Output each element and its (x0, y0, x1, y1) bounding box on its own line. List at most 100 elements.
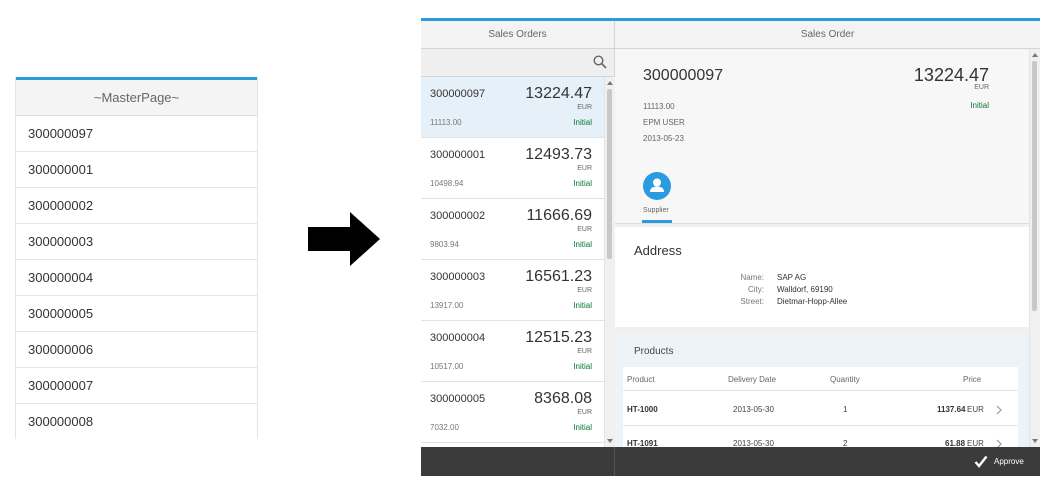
list-item[interactable]: 300000001 (16, 152, 257, 188)
order-currency: EUR (577, 226, 592, 233)
order-status: Initial (573, 179, 592, 188)
object-status: Initial (970, 101, 989, 110)
order-currency: EUR (577, 287, 592, 294)
order-id: 300000001 (430, 149, 486, 161)
detail-scrollbar-thumb[interactable] (1032, 61, 1037, 311)
address-heading: Address (634, 243, 682, 258)
table-row[interactable]: HT-1091 2013-05-30 2 61.88 EUR (623, 426, 1018, 447)
cell-product: HT-1091 (627, 439, 658, 447)
search-input[interactable] (425, 53, 589, 73)
list-item[interactable]: 300000097 (16, 116, 257, 152)
list-item[interactable]: 300000004 (16, 260, 257, 296)
order-currency: EUR (577, 104, 592, 111)
scroll-up-icon[interactable] (605, 79, 615, 87)
master-page-list: ~MasterPage~ 300000097 300000001 3000000… (15, 77, 258, 439)
footer-divider (614, 447, 615, 476)
address-city-value: Walldorf, 69190 (777, 285, 833, 294)
scroll-down-icon[interactable] (1030, 437, 1040, 445)
list-item[interactable]: 300000003 (16, 224, 257, 260)
order-list-item[interactable]: 300000097 13224.47 EUR 11113.00 Initial (421, 77, 604, 138)
order-currency: EUR (577, 348, 592, 355)
cell-price: 61.88 (945, 439, 966, 447)
object-header: 300000097 13224.47 EUR Initial 11113.00 … (615, 49, 1029, 224)
split-app: Sales Orders Sales Order 300000097 13224… (421, 18, 1040, 476)
order-currency: EUR (577, 409, 592, 416)
search-icon[interactable] (593, 55, 607, 69)
order-net-amount: 11113.00 (430, 118, 462, 127)
object-title: 300000097 (643, 67, 724, 84)
products-heading: Products (634, 346, 674, 357)
order-status: Initial (573, 240, 592, 249)
master-scrollbar[interactable] (604, 77, 615, 447)
order-list-item[interactable]: 300000002 11666.69 EUR 9803.94 Initial (421, 199, 604, 260)
order-id: 300000003 (430, 271, 486, 283)
object-attribute-created-at: 2013-05-23 (643, 134, 684, 143)
scroll-up-icon[interactable] (1030, 51, 1040, 59)
order-list-item[interactable]: 300000003 16561.23 EUR 13917.00 Initial (421, 260, 604, 321)
right-arrow-icon (308, 212, 380, 266)
order-currency: EUR (577, 165, 592, 172)
cell-delivery-date: 2013-05-30 (733, 439, 774, 447)
column-header-price: Price (963, 375, 982, 384)
master-page-title: ~MasterPage~ (16, 80, 257, 116)
column-header-delivery-date: Delivery Date (728, 375, 777, 384)
order-list-item[interactable]: 300000001 12493.73 EUR 10498.94 Initial (421, 138, 604, 199)
order-status: Initial (573, 362, 592, 371)
order-status: Initial (573, 423, 592, 432)
order-list-item[interactable]: 300000004 12515.23 EUR 10517.00 Initial (421, 321, 604, 382)
order-net-amount: 10498.94 (430, 179, 464, 188)
order-amount: 12515.23 (525, 329, 592, 346)
object-number: 13224.47 (913, 65, 989, 85)
order-net-amount: 10517.00 (430, 362, 464, 371)
supplier-tab-label: Supplier (643, 207, 669, 214)
list-item[interactable]: 300000006 (16, 332, 257, 368)
address-name-value: SAP AG (777, 273, 807, 282)
detail-scrollbar[interactable] (1029, 49, 1040, 447)
list-item[interactable]: 300000005 (16, 296, 257, 332)
list-item[interactable]: 300000007 (16, 368, 257, 404)
search-bar (421, 49, 615, 77)
detail-header: Sales Order (615, 21, 1040, 49)
order-list-item[interactable]: 300000005 8368.08 EUR 7032.00 Initial (421, 382, 604, 443)
object-currency: EUR (974, 84, 989, 91)
order-net-amount: 13917.00 (430, 301, 464, 310)
column-header-product: Product (627, 375, 655, 384)
order-amount: 12493.73 (525, 146, 592, 163)
address-name-label: Name: (740, 273, 764, 282)
address-street-label: Street: (740, 297, 764, 306)
master-header: Sales Orders (421, 21, 615, 49)
object-attribute-net-amount: 11113.00 (643, 102, 675, 111)
cell-quantity: 2 (843, 439, 848, 447)
order-id: 300000097 (430, 88, 486, 100)
order-amount: 8368.08 (534, 390, 592, 407)
order-amount: 11666.69 (526, 207, 592, 224)
scroll-down-icon[interactable] (605, 437, 615, 445)
list-item[interactable]: 300000008 (16, 404, 257, 439)
sales-order-detail: 300000097 13224.47 EUR Initial 11113.00 … (615, 49, 1040, 447)
supplier-icon (650, 178, 664, 192)
list-item[interactable]: 300000002 (16, 188, 257, 224)
cell-price-currency: EUR (967, 405, 984, 414)
address-city-label: City: (748, 285, 764, 294)
cell-delivery-date: 2013-05-30 (733, 405, 774, 414)
footer-toolbar: Approve (421, 447, 1040, 476)
cell-price: 1137.64 (937, 405, 966, 414)
supplier-tab[interactable] (643, 172, 671, 200)
order-net-amount: 9803.94 (430, 240, 459, 249)
tab-selection-indicator (642, 220, 672, 223)
order-net-amount: 7032.00 (430, 423, 459, 432)
chevron-right-icon[interactable] (995, 439, 1003, 447)
cell-product: HT-1000 (627, 405, 658, 414)
table-row[interactable]: HT-1000 2013-05-30 1 1137.64 EUR (623, 391, 1018, 425)
order-id: 300000005 (430, 393, 486, 405)
products-table: Product Delivery Date Quantity Price HT-… (623, 367, 1018, 447)
products-section: Products Product Delivery Date Quantity … (615, 334, 1029, 447)
approve-button[interactable]: Approve (974, 452, 1024, 471)
order-amount: 16561.23 (525, 268, 592, 285)
order-status: Initial (573, 118, 592, 127)
order-id: 300000002 (430, 210, 486, 222)
order-amount: 13224.47 (525, 85, 592, 102)
master-scrollbar-thumb[interactable] (607, 89, 612, 259)
order-status: Initial (573, 301, 592, 310)
chevron-right-icon[interactable] (995, 405, 1003, 415)
